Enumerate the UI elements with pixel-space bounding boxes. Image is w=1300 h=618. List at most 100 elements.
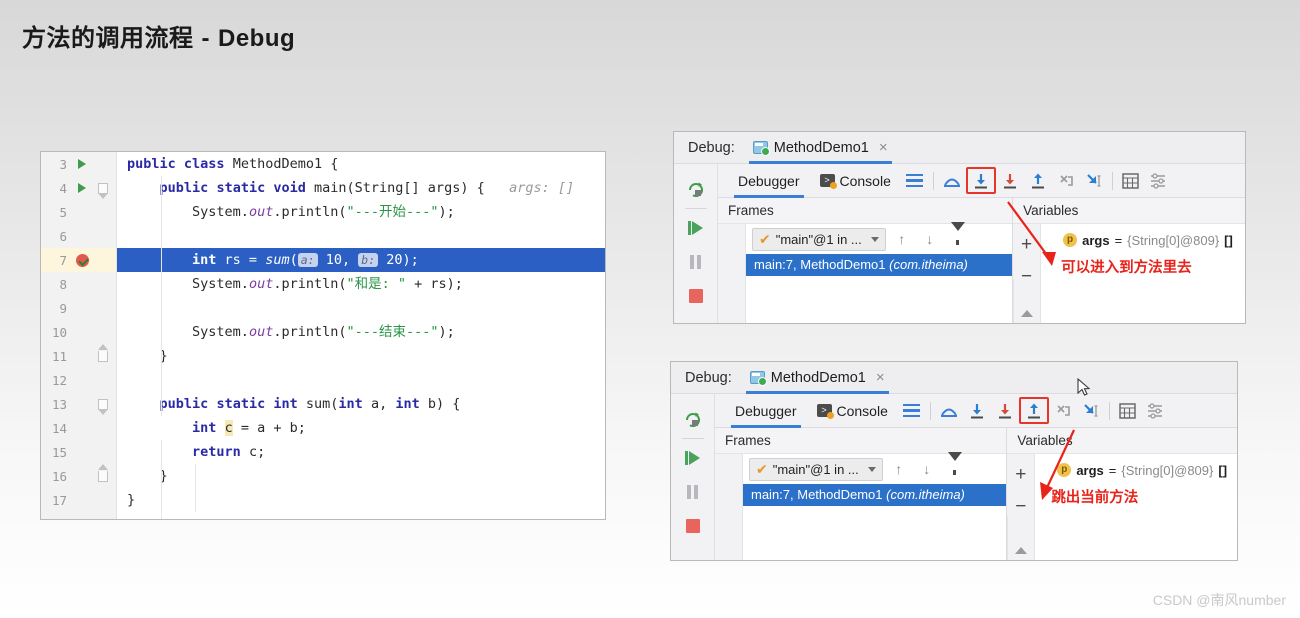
- tab-console[interactable]: > Console: [810, 164, 901, 198]
- gutter-row: 6: [41, 224, 116, 248]
- step-over-icon[interactable]: [935, 394, 963, 428]
- run-configuration-icon: [752, 141, 770, 156]
- debug-label: Debug:: [685, 369, 732, 386]
- chevron-down-icon[interactable]: [867, 466, 876, 472]
- step-out-icon[interactable]: [1024, 164, 1052, 198]
- settings-icon[interactable]: [1142, 394, 1170, 428]
- frame-down-button[interactable]: ↓: [918, 231, 942, 247]
- fold-region[interactable]: [93, 398, 113, 415]
- frames-header: Frames: [718, 198, 1013, 224]
- tab-debugger[interactable]: Debugger: [725, 394, 807, 428]
- run-triangle-icon[interactable]: [71, 183, 93, 193]
- debug-tab-name: MethodDemo1: [770, 369, 866, 386]
- debug-columns: Frames ✔ "main"@1 in ... ↑ ↓ main:7, Met…: [718, 198, 1245, 323]
- line-number: 4: [59, 180, 67, 196]
- add-watch-button[interactable]: +: [1015, 459, 1026, 491]
- code-editor[interactable]: 3 4 5 6 7 8 9 10 11 12 13 14 15 16 17 pu…: [40, 151, 606, 520]
- debug-toolbar[interactable]: Debugger > Console: [715, 394, 1237, 428]
- debug-body: Debugger > Console Frames ✔ "main"@1 in …: [671, 394, 1237, 560]
- editor-gutter[interactable]: 3 4 5 6 7 8 9 10 11 12 13 14 15 16 17: [41, 152, 117, 519]
- code-line-15: return c;: [192, 444, 266, 460]
- debug-config-tab[interactable]: MethodDemo1 ×: [745, 362, 889, 394]
- debug-sidebar[interactable]: [674, 164, 718, 323]
- layout-menu-icon[interactable]: [898, 394, 926, 428]
- close-icon[interactable]: ×: [876, 369, 885, 386]
- stop-icon[interactable]: [671, 509, 714, 543]
- frame-down-button[interactable]: ↓: [915, 461, 939, 477]
- stop-icon[interactable]: [674, 279, 717, 313]
- close-icon[interactable]: ×: [879, 139, 888, 156]
- thread-select[interactable]: ✔ "main"@1 in ...: [752, 227, 886, 251]
- thread-selector-row[interactable]: ✔ "main"@1 in ... ↑ ↓: [746, 222, 1013, 254]
- frames-content[interactable]: ✔ "main"@1 in ... ↑ ↓ main:7, MethodDemo…: [743, 452, 1007, 560]
- force-step-into-icon[interactable]: [996, 164, 1024, 198]
- debug-panel-step-into[interactable]: Debug: MethodDemo1 × Debugger > Console …: [673, 131, 1246, 324]
- frames-content[interactable]: ✔ "main"@1 in ... ↑ ↓ main:7, MethodDemo…: [746, 222, 1013, 323]
- line-number: 9: [59, 300, 67, 316]
- variables-header: Variables: [1007, 428, 1237, 454]
- tab-debugger[interactable]: Debugger: [728, 164, 810, 198]
- force-step-into-icon[interactable]: [991, 394, 1019, 428]
- breakpoint-verified-icon[interactable]: [71, 253, 93, 267]
- run-to-cursor-icon[interactable]: [1080, 164, 1108, 198]
- annotation-step-out: 跳出当前方法: [1051, 490, 1139, 506]
- layout-menu-icon[interactable]: [901, 164, 929, 198]
- filter-icon[interactable]: [946, 222, 970, 247]
- code-line-5: System.out.println("---开始---");: [192, 204, 455, 220]
- frames-scroll-up[interactable]: [1013, 279, 1040, 323]
- tab-debugger-label: Debugger: [735, 402, 797, 419]
- thread-selector-row[interactable]: ✔ "main"@1 in ... ↑ ↓: [743, 452, 1007, 484]
- gutter-row: 10: [41, 320, 116, 344]
- fold-region[interactable]: [93, 343, 113, 362]
- frame-location: main:7, MethodDemo1: [754, 257, 886, 272]
- add-watch-button[interactable]: +: [1021, 229, 1032, 261]
- rerun-icon[interactable]: [671, 402, 714, 436]
- step-over-icon[interactable]: [938, 164, 966, 198]
- line-number: 7: [59, 252, 67, 268]
- debug-sidebar[interactable]: [671, 394, 715, 560]
- settings-icon[interactable]: [1145, 164, 1173, 198]
- debug-panel-step-out[interactable]: Debug: MethodDemo1 × Debugger > Console …: [670, 361, 1238, 561]
- variables-content[interactable]: p args = {String[0]@809} [] 跳出当前方法: [1035, 454, 1237, 560]
- variables-content[interactable]: p args = {String[0]@809} [] 可以进入到方法里去: [1041, 224, 1245, 323]
- fold-region[interactable]: [93, 182, 113, 199]
- pause-program-icon[interactable]: [671, 475, 714, 509]
- step-into-icon[interactable]: [963, 394, 991, 428]
- divider: [932, 171, 934, 190]
- tab-active-indicator: [731, 425, 801, 428]
- fold-region[interactable]: [93, 463, 113, 482]
- thread-name: "main"@1 in ...: [775, 231, 862, 247]
- variable-row-args[interactable]: p args = {String[0]@809} []: [1041, 230, 1245, 250]
- filter-icon[interactable]: [943, 452, 967, 477]
- drop-frame-icon[interactable]: [1049, 394, 1077, 428]
- frame-list-item[interactable]: main:7, MethodDemo1 (com.itheima): [746, 254, 1013, 276]
- drop-frame-icon[interactable]: [1052, 164, 1080, 198]
- debug-toolbar[interactable]: Debugger > Console: [718, 164, 1245, 198]
- debug-config-tab[interactable]: MethodDemo1 ×: [748, 132, 892, 164]
- evaluate-expression-icon[interactable]: [1117, 164, 1145, 198]
- run-triangle-icon[interactable]: [71, 159, 93, 169]
- frame-up-button[interactable]: ↑: [887, 461, 911, 477]
- rerun-icon[interactable]: [674, 172, 717, 206]
- pause-program-icon[interactable]: [674, 245, 717, 279]
- frames-column: Frames ✔ "main"@1 in ... ↑ ↓ main:7, Met…: [718, 198, 1014, 323]
- thread-select[interactable]: ✔ "main"@1 in ...: [749, 457, 883, 481]
- divider: [1108, 401, 1110, 420]
- variable-row-args[interactable]: p args = {String[0]@809} []: [1035, 460, 1237, 480]
- resume-program-icon[interactable]: [674, 211, 717, 245]
- chevron-down-icon[interactable]: [870, 236, 879, 242]
- resume-program-icon[interactable]: [671, 441, 714, 475]
- step-out-icon[interactable]: [1018, 397, 1049, 424]
- frames-scroll-up[interactable]: [1007, 516, 1034, 560]
- frame-up-button[interactable]: ↑: [890, 231, 914, 247]
- tab-console[interactable]: > Console: [807, 394, 898, 428]
- evaluate-expression-icon[interactable]: [1114, 394, 1142, 428]
- step-into-icon[interactable]: [965, 167, 996, 194]
- frame-list-item[interactable]: main:7, MethodDemo1 (com.itheima): [743, 484, 1007, 506]
- variable-array: []: [1218, 462, 1228, 478]
- gutter-row: 16: [41, 463, 116, 488]
- code-text-area[interactable]: public class MethodDemo1 { public static…: [117, 152, 605, 519]
- variable-name: args: [1076, 462, 1104, 478]
- gutter-row: 13: [41, 392, 116, 416]
- run-to-cursor-icon[interactable]: [1077, 394, 1105, 428]
